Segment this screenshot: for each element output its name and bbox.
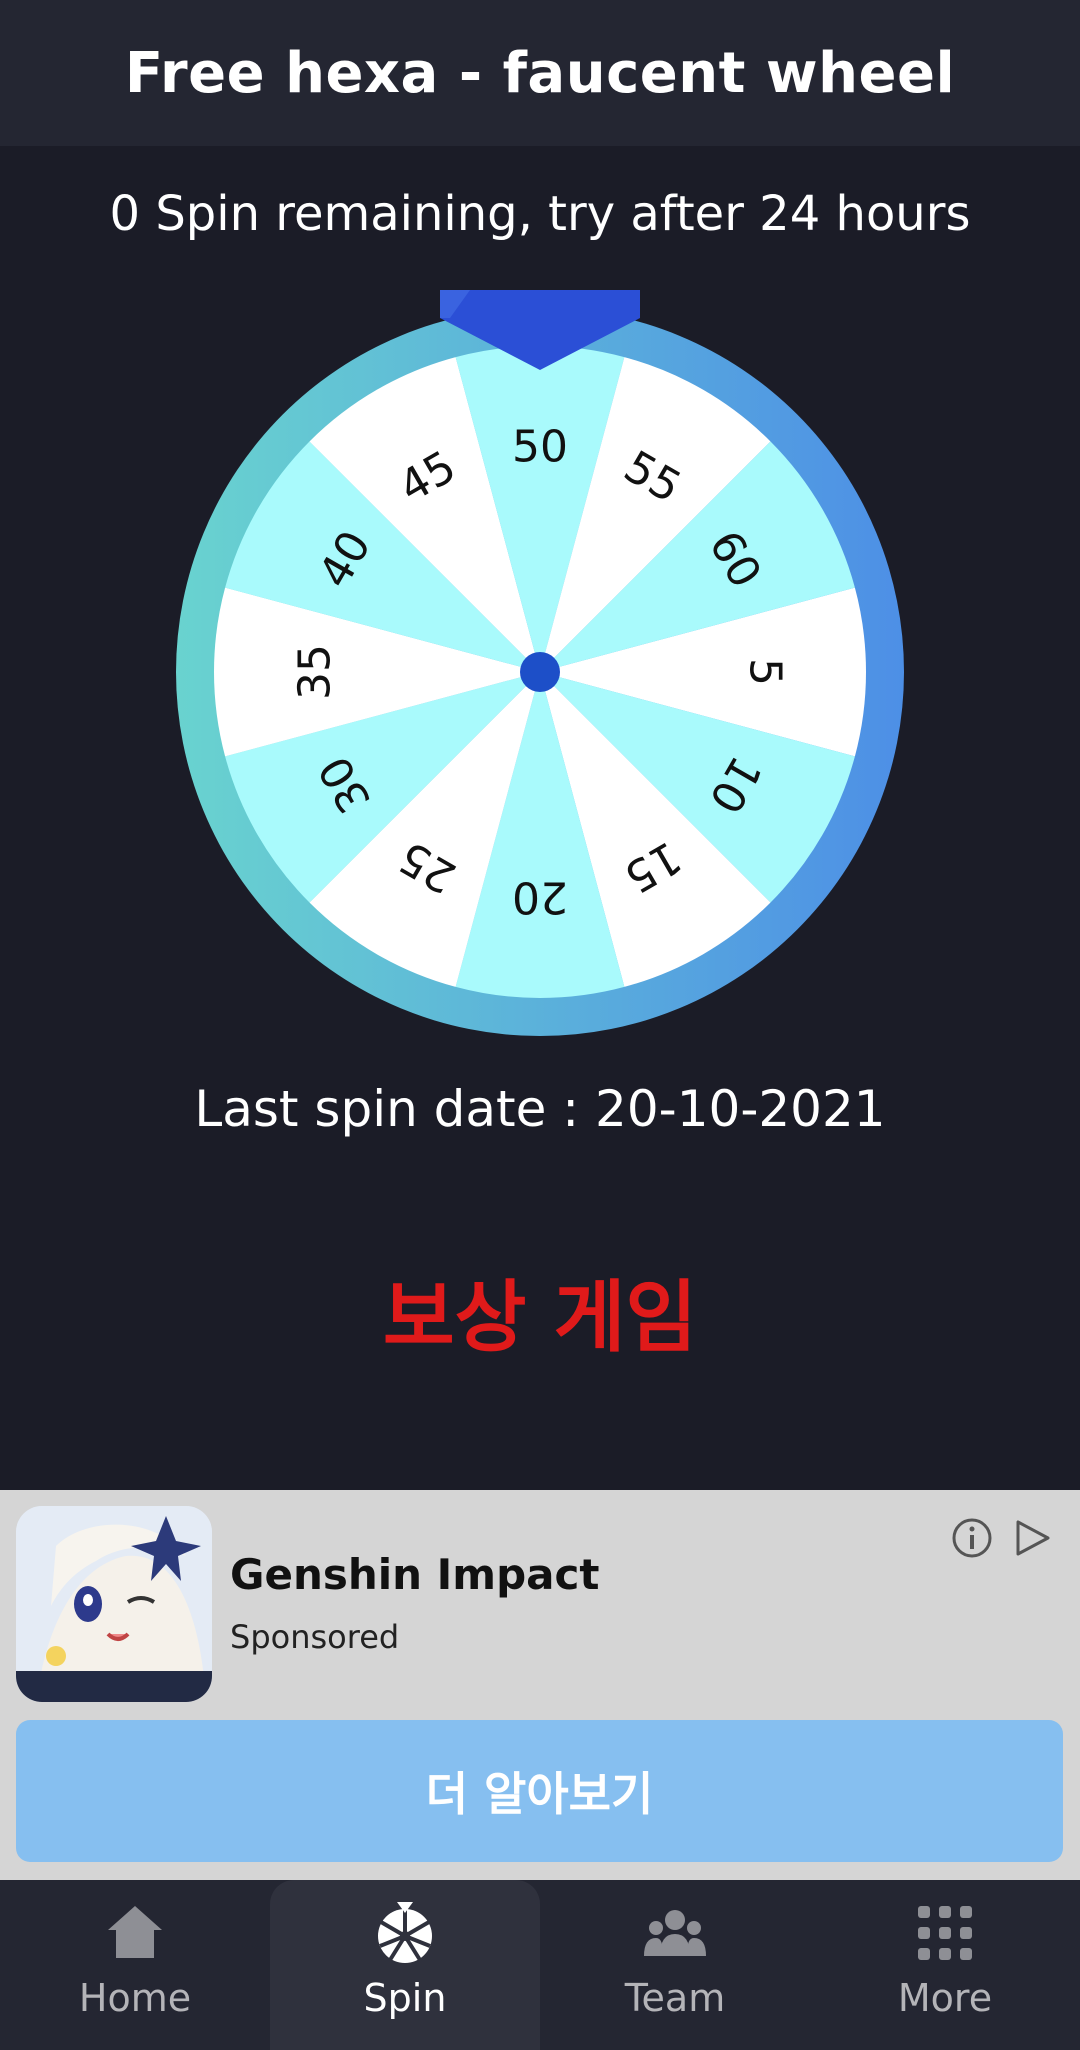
spin-remaining-text: 0 Spin remaining, try after 24 hours <box>109 186 971 242</box>
ad-sponsored-label: Sponsored <box>230 1618 400 1656</box>
nav-home-label: Home <box>78 1976 192 2020</box>
adchoices-icon[interactable] <box>1010 1516 1054 1560</box>
nav-spin-label: Spin <box>363 1976 447 2020</box>
ad-banner[interactable]: Genshin Impact Sponsored 더 알아보기 <box>0 1490 1080 1880</box>
wheel-icon <box>378 1902 432 1963</box>
reward-game-title[interactable]: 보상 게임 <box>0 1255 1080 1367</box>
wheel-segment-label: 50 <box>512 422 568 473</box>
wheel-hub <box>520 652 560 692</box>
grid-dots-icon <box>918 1906 972 1960</box>
nav-team[interactable]: Team <box>540 1880 810 2050</box>
wheel-segment-label: 35 <box>290 644 341 700</box>
nav-more-label: More <box>897 1976 993 2020</box>
nav-more[interactable]: More <box>810 1880 1080 2050</box>
team-icon <box>644 1910 706 1956</box>
prize-wheel[interactable]: 5 10 15 20 25 30 35 40 45 50 55 60 <box>170 284 910 1044</box>
info-icon[interactable] <box>950 1516 994 1560</box>
wheel-graphic[interactable]: 51015202530354045 50 5560 <box>170 284 910 1044</box>
wheel-segment-label: 5 <box>740 658 791 686</box>
bottom-navigation: Home Spin Team More <box>0 1880 1080 2050</box>
genshin-app-icon[interactable] <box>16 1506 212 1702</box>
app-header: Free hexa - faucent wheel <box>0 0 1080 146</box>
last-spin-date: Last spin date : 20-10-2021 <box>194 1080 886 1138</box>
nav-spin[interactable]: Spin <box>270 1880 540 2050</box>
nav-home[interactable]: Home <box>0 1880 270 2050</box>
page-title: Free hexa - faucent wheel <box>124 40 956 106</box>
home-icon <box>108 1906 162 1958</box>
wheel-segment-label: 20 <box>512 872 568 923</box>
learn-more-button[interactable]: 더 알아보기 <box>16 1720 1063 1862</box>
nav-team-label: Team <box>624 1976 726 2020</box>
ad-title[interactable]: Genshin Impact <box>230 1550 599 1599</box>
